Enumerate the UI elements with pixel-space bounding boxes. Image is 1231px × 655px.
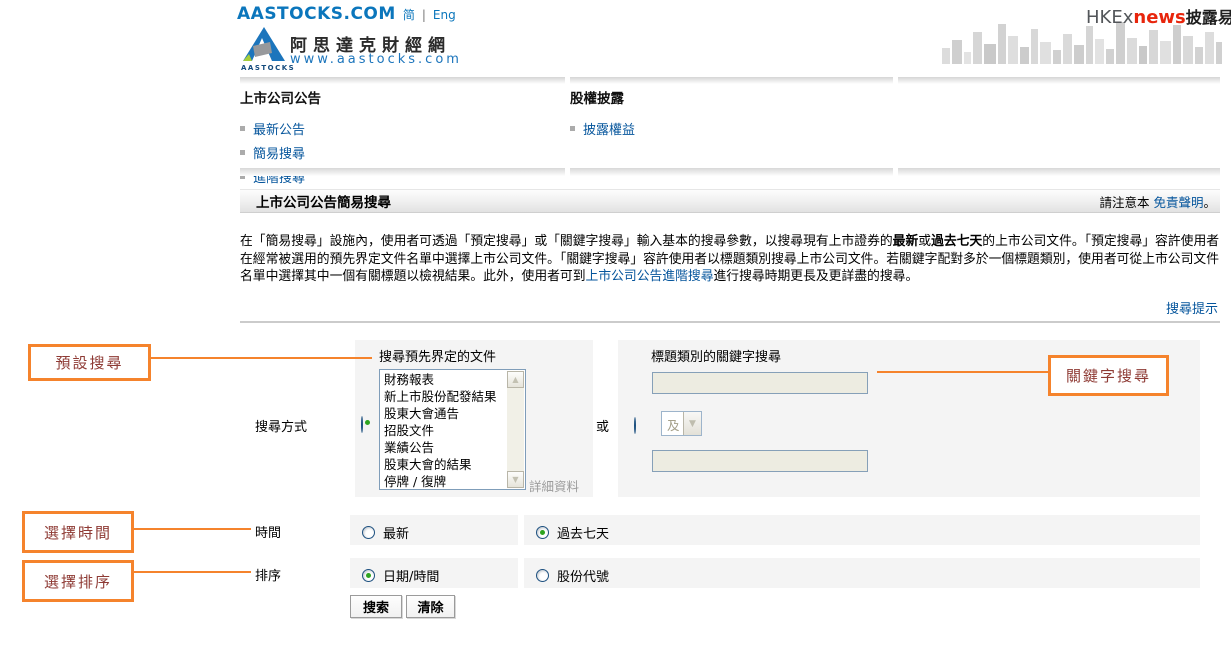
time-latest-radio[interactable] bbox=[362, 526, 375, 539]
listbox-option[interactable]: 財務報表 bbox=[380, 371, 507, 388]
advanced-search-inline-link[interactable]: 上市公司公告進階搜尋 bbox=[586, 269, 714, 284]
sort-datetime-radio[interactable] bbox=[362, 569, 375, 582]
bullet-square-icon bbox=[240, 150, 245, 155]
callout-line-time bbox=[128, 528, 251, 530]
disclaimer-notice-prefix: 請注意本 bbox=[1099, 195, 1153, 210]
nav-col1-top-rule bbox=[240, 77, 565, 84]
intro-bold-past-seven-days: 過去七天 bbox=[931, 234, 982, 249]
operator-dropdown-value: 及 bbox=[662, 412, 683, 435]
nav-item-simple-search[interactable]: 簡易搜尋 bbox=[240, 143, 565, 162]
or-label: 或 bbox=[596, 416, 609, 435]
intro-text: 或 bbox=[918, 234, 931, 249]
time-past-seven-days-label: 過去七天 bbox=[557, 523, 609, 542]
sort-row-label: 排序 bbox=[255, 565, 281, 584]
predefined-documents-label: 搜尋預先界定的文件 bbox=[379, 346, 496, 365]
page-title: 上市公司公告簡易搜尋 bbox=[256, 191, 391, 211]
sort-datetime-label: 日期/時間 bbox=[383, 566, 439, 585]
nav-col2-top-rule bbox=[570, 77, 893, 84]
time-latest-label: 最新 bbox=[383, 523, 409, 542]
keyword-search-label: 標題類別的關鍵字搜尋 bbox=[651, 346, 781, 365]
nav-link-simple-search[interactable]: 簡易搜尋 bbox=[253, 143, 305, 162]
nav-heading-disclosure: 股權披露 bbox=[570, 87, 893, 107]
intro-text: 在「簡易搜尋」設施內，使用者可透過「預定搜尋」或「關鍵字搜尋」輸入基本的搜尋參數… bbox=[240, 234, 893, 249]
callout-predefined-search: 預設搜尋 bbox=[28, 344, 151, 381]
lang-switch-simplified[interactable]: 简 bbox=[403, 6, 415, 23]
nav-column-disclosure: 股權披露 披露權益 bbox=[570, 87, 893, 138]
time-past-seven-days-radio[interactable] bbox=[536, 526, 549, 539]
nav-item-latest-announcements[interactable]: 最新公告 bbox=[240, 119, 565, 138]
keyword-input-2[interactable] bbox=[652, 450, 868, 472]
sort-stock-code-label: 股份代號 bbox=[557, 566, 609, 585]
disclaimer-notice: 請注意本 免責聲明。 bbox=[1099, 192, 1216, 211]
callout-keyword-search: 關鍵字搜尋 bbox=[1048, 355, 1169, 396]
listbox-option[interactable]: 股東大會通告 bbox=[380, 405, 507, 422]
nav-col3-bottom-rule bbox=[898, 168, 1220, 176]
nav-item-disclosure-interests[interactable]: 披露權益 bbox=[570, 119, 893, 138]
section-title-bar: 上市公司公告簡易搜尋 請注意本 免責聲明。 bbox=[240, 189, 1220, 213]
chevron-down-icon[interactable]: ▼ bbox=[683, 412, 701, 435]
hkex-chinese-text: 披露易 bbox=[1186, 8, 1231, 27]
callout-select-time: 選擇時間 bbox=[22, 511, 134, 553]
callout-line-predefined bbox=[145, 357, 372, 359]
search-button[interactable]: 搜索 bbox=[350, 595, 402, 618]
nav-link-disclosure-interests[interactable]: 披露權益 bbox=[583, 119, 635, 138]
bullet-square-icon bbox=[240, 126, 245, 131]
page: AASTOCKS.COM 简 | Eng bbox=[0, 0, 1231, 655]
nav-heading-announcements: 上市公司公告 bbox=[240, 87, 565, 107]
aastocks-logo-icon[interactable]: AASTOCKS bbox=[241, 26, 287, 70]
listbox-option[interactable]: 業績公告 bbox=[380, 439, 507, 456]
disclaimer-notice-suffix: 。 bbox=[1203, 195, 1216, 210]
nav-col3-top-rule bbox=[898, 77, 1220, 84]
sort-option2-strip bbox=[524, 558, 1200, 588]
time-row-label: 時間 bbox=[255, 522, 281, 541]
clear-button[interactable]: 清除 bbox=[406, 595, 455, 618]
hkex-news-text: news bbox=[1133, 7, 1185, 28]
nav-link-latest-announcements[interactable]: 最新公告 bbox=[253, 119, 305, 138]
nav-col1-bottom-rule bbox=[240, 168, 565, 176]
bullet-square-icon bbox=[570, 126, 575, 131]
listbox-scrollbar[interactable]: ▲ ▼ bbox=[507, 371, 524, 488]
nav-col2-bottom-rule bbox=[570, 168, 893, 176]
predefined-search-radio[interactable] bbox=[361, 416, 363, 433]
listbox-option[interactable]: 新上市股份配發結果 bbox=[380, 388, 507, 405]
predefined-documents-listbox[interactable]: 財務報表 新上市股份配發結果 股東大會通告 招股文件 業績公告 股東大會的結果 … bbox=[379, 369, 526, 490]
search-method-label: 搜尋方式 bbox=[255, 416, 307, 435]
callout-line-keyword bbox=[877, 371, 1048, 373]
listbox-option[interactable]: 停牌 / 復牌 bbox=[380, 473, 507, 490]
details-link[interactable]: 詳細資料 bbox=[529, 476, 579, 495]
listbox-option[interactable]: 招股文件 bbox=[380, 422, 507, 439]
operator-dropdown[interactable]: 及 ▼ bbox=[661, 411, 702, 436]
section-divider bbox=[240, 321, 1220, 323]
sort-stock-code-radio[interactable] bbox=[536, 569, 549, 582]
listbox-option[interactable]: 股東大會的結果 bbox=[380, 456, 507, 473]
intro-text: 進行搜尋時期更長及更詳盡的搜尋。 bbox=[713, 269, 918, 284]
site-logo-text[interactable]: AASTOCKS.COM bbox=[237, 4, 396, 24]
time-option2-strip bbox=[524, 515, 1200, 545]
lang-separator: | bbox=[422, 8, 426, 22]
intro-paragraph: 在「簡易搜尋」設施內，使用者可透過「預定搜尋」或「關鍵字搜尋」輸入基本的搜尋參數… bbox=[240, 233, 1219, 286]
keyword-search-radio[interactable] bbox=[634, 417, 636, 434]
keyword-input-1[interactable] bbox=[652, 372, 868, 394]
scroll-up-icon[interactable]: ▲ bbox=[507, 371, 524, 388]
search-tips-link[interactable]: 搜尋提示 bbox=[1166, 298, 1218, 317]
aastocks-logo-mark: AASTOCKS bbox=[241, 64, 287, 72]
callout-line-sort bbox=[128, 571, 251, 573]
callout-select-sort: 選擇排序 bbox=[22, 560, 134, 602]
disclaimer-link[interactable]: 免責聲明 bbox=[1153, 195, 1203, 210]
lang-switch-english[interactable]: Eng bbox=[433, 8, 456, 22]
hkex-logo-text: HKEx bbox=[1086, 7, 1133, 28]
hkexnews-logo: HKExnews披露易 bbox=[1086, 4, 1231, 28]
site-url[interactable]: www.aastocks.com bbox=[290, 52, 462, 67]
scroll-down-icon[interactable]: ▼ bbox=[507, 471, 524, 488]
intro-bold-latest: 最新 bbox=[893, 234, 919, 249]
